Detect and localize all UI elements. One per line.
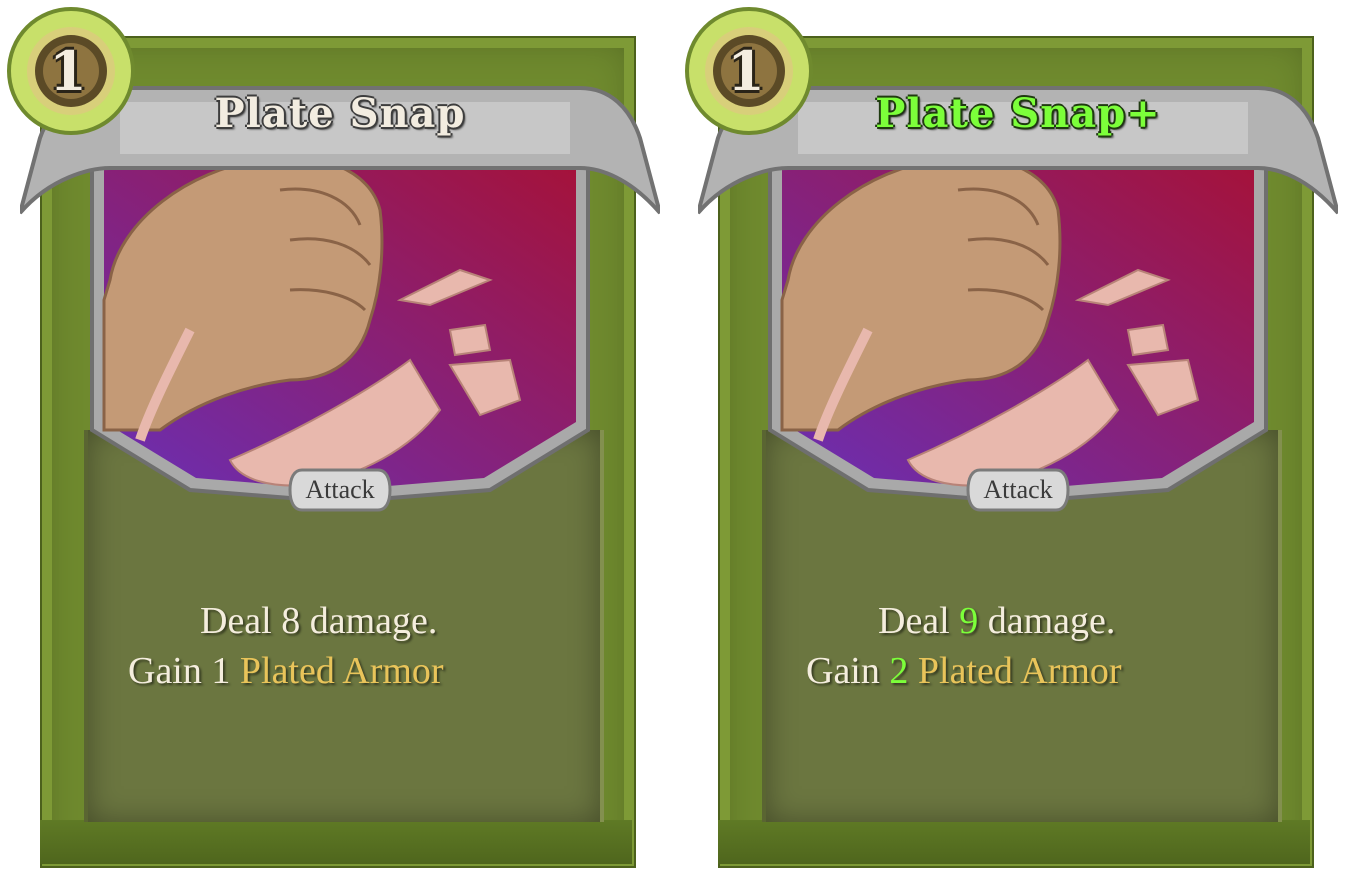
card-plate-snap[interactable]: Plate Snap 1 Attack Deal 8 damage. Gain … — [0, 0, 660, 874]
energy-cost: 1 — [49, 39, 87, 103]
damage-value: 9 — [959, 600, 979, 642]
card-plate-snap-upgraded[interactable]: Plate Snap+ 1 Attack Deal 9 damage. Gain… — [678, 0, 1338, 874]
keyword-plated-armor: Plated Armor — [917, 650, 1122, 692]
description-line-2: Gain 2 Plated Armor — [806, 646, 1122, 696]
card-type: Attack — [983, 475, 1053, 504]
armor-value: 1 — [211, 650, 231, 692]
card-bottom-bevel — [40, 820, 632, 864]
card-bottom-bevel — [718, 820, 1310, 864]
gain-text: Gain — [806, 650, 890, 692]
description-line-1: Deal 9 damage. — [878, 596, 1115, 646]
card-type: Attack — [305, 475, 375, 504]
damage-value: 8 — [281, 600, 301, 642]
damage-suffix: damage. — [978, 600, 1116, 642]
energy-cost: 1 — [727, 39, 765, 103]
card-title: Plate Snap — [214, 90, 466, 137]
deal-text: Deal — [200, 600, 282, 642]
description-line-2: Gain 1 Plated Armor — [128, 646, 444, 696]
armor-value: 2 — [889, 650, 909, 692]
damage-suffix: damage. — [300, 600, 438, 642]
deal-text: Deal — [878, 600, 960, 642]
keyword-plated-armor: Plated Armor — [239, 650, 444, 692]
card-title: Plate Snap+ — [875, 90, 1161, 137]
description-line-1: Deal 8 damage. — [200, 596, 437, 646]
gain-text: Gain — [128, 650, 212, 692]
